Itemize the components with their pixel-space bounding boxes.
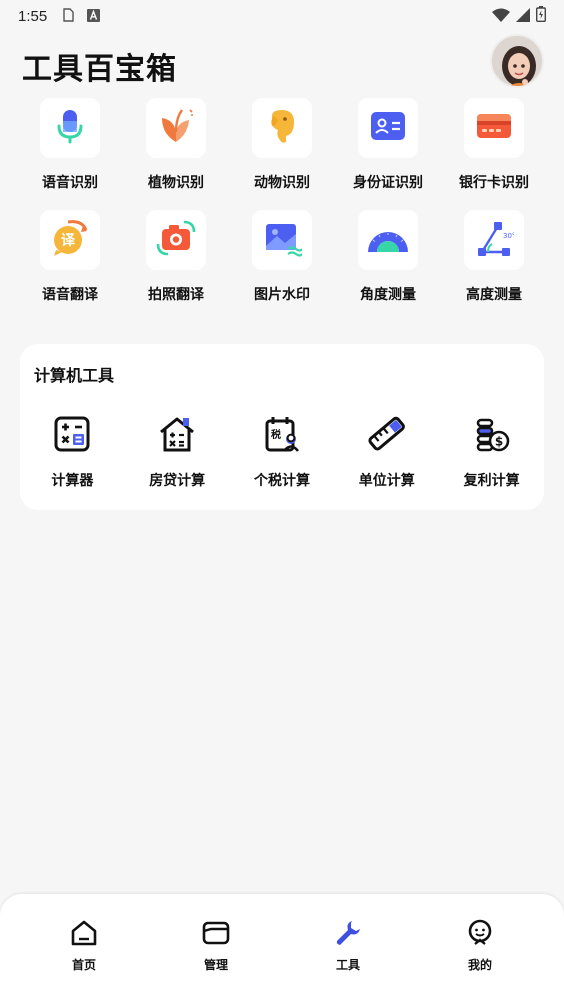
tool-speech-recognition[interactable]: 语音识别 xyxy=(20,98,120,192)
tool-row: 语音识别 植物识别 动物识别 身份证识别 银行卡识别 xyxy=(20,98,544,192)
leaf-icon xyxy=(156,106,196,150)
tax-icon: 税 xyxy=(260,412,304,456)
home-icon xyxy=(69,918,99,948)
calculator-section: 计算机工具 计算器 房贷计算 税 个税计算 单位计算 $ 复利计算 xyxy=(20,344,544,510)
tool-grid: 语音识别 植物识别 动物识别 身份证识别 银行卡识别 译 语音翻译 拍照翻译 图… xyxy=(20,98,544,322)
status-time: 1:55 xyxy=(18,7,48,25)
id-card-icon xyxy=(368,106,408,150)
signal-icon xyxy=(516,7,530,26)
nav-label: 工具 xyxy=(335,958,360,972)
svg-text:30°: 30° xyxy=(503,232,514,240)
calc-item-compound-interest[interactable]: $ 复利计算 xyxy=(442,412,542,490)
tool-icon-box xyxy=(358,98,418,158)
calculator-icon xyxy=(50,412,94,456)
tool-label: 语音识别 xyxy=(42,175,98,191)
camera-icon xyxy=(154,216,198,264)
font-a-icon xyxy=(87,7,101,26)
tool-icon-box: 30° xyxy=(464,210,524,270)
svg-text:税: 税 xyxy=(271,428,281,441)
header: 工具百宝箱 xyxy=(0,32,564,94)
tool-label: 角度测量 xyxy=(360,287,416,303)
tool-animal-recognition[interactable]: 动物识别 xyxy=(232,98,332,192)
wifi-icon xyxy=(492,7,510,26)
tool-angle-measure[interactable]: 角度测量 xyxy=(338,210,438,304)
tool-label: 高度测量 xyxy=(466,287,522,303)
tool-row: 译 语音翻译 拍照翻译 图片水印 角度测量 30° 高度测量 xyxy=(20,210,544,304)
tool-speech-translation[interactable]: 译 语音翻译 xyxy=(20,210,120,304)
tool-plant-recognition[interactable]: 植物识别 xyxy=(126,98,226,192)
calc-label: 房贷计算 xyxy=(149,473,206,489)
tool-icon-box xyxy=(252,210,312,270)
tool-label: 语音翻译 xyxy=(42,287,98,303)
tool-icon-box xyxy=(358,210,418,270)
page-title: 工具百宝箱 xyxy=(22,52,177,87)
status-bar: 1:55 xyxy=(0,0,564,32)
nav-item-tools[interactable]: 工具 xyxy=(303,894,393,1004)
translate-icon: 译 xyxy=(48,216,92,264)
protractor-icon xyxy=(365,218,411,262)
nav-item-manage[interactable]: 管理 xyxy=(171,894,261,1004)
tool-photo-translation[interactable]: 拍照翻译 xyxy=(126,210,226,304)
house-calc-icon xyxy=(155,412,199,456)
tool-icon-box: 译 xyxy=(40,210,100,270)
tool-label: 图片水印 xyxy=(254,287,310,303)
folder-icon xyxy=(201,918,231,948)
tool-image-watermark[interactable]: 图片水印 xyxy=(232,210,332,304)
tool-icon-box xyxy=(146,98,206,158)
coins-icon: $ xyxy=(470,412,514,456)
avatar[interactable] xyxy=(490,34,544,88)
ruler-icon xyxy=(365,412,409,456)
wrench-icon xyxy=(333,918,363,948)
tool-label: 植物识别 xyxy=(148,175,204,191)
calc-item-income-tax[interactable]: 税 个税计算 xyxy=(232,412,332,490)
calc-item-unit-conversion[interactable]: 单位计算 xyxy=(337,412,437,490)
sim-card-icon xyxy=(61,7,75,26)
svg-text:译: 译 xyxy=(61,233,76,249)
nav-label: 管理 xyxy=(203,958,228,972)
tool-icon-box xyxy=(252,98,312,158)
nav-label: 首页 xyxy=(71,958,96,972)
bank-card-icon xyxy=(474,106,514,150)
tool-bank-card-recognition[interactable]: 银行卡识别 xyxy=(444,98,544,192)
tool-icon-box xyxy=(464,98,524,158)
height-measure-icon: 30° xyxy=(474,218,515,262)
calc-label: 单位计算 xyxy=(358,473,415,489)
tool-label: 身份证识别 xyxy=(353,175,423,191)
nav-label: 我的 xyxy=(467,958,492,972)
microphone-icon xyxy=(50,106,90,150)
elephant-icon xyxy=(262,106,302,150)
calc-item-mortgage[interactable]: 房贷计算 xyxy=(127,412,227,490)
tool-height-measure[interactable]: 30° 高度测量 xyxy=(444,210,544,304)
tool-id-card-recognition[interactable]: 身份证识别 xyxy=(338,98,438,192)
nav-item-home[interactable]: 首页 xyxy=(39,894,129,1004)
profile-icon xyxy=(465,918,495,948)
calculator-row: 计算器 房贷计算 税 个税计算 单位计算 $ 复利计算 xyxy=(20,412,544,490)
svg-text:$: $ xyxy=(494,435,502,449)
calc-label: 个税计算 xyxy=(253,473,310,489)
tool-icon-box xyxy=(146,210,206,270)
image-icon xyxy=(262,218,303,262)
tool-label: 拍照翻译 xyxy=(148,287,204,303)
calc-item-calculator[interactable]: 计算器 xyxy=(22,412,122,490)
bottom-nav: 首页 管理 工具 我的 xyxy=(0,894,564,1004)
battery-icon xyxy=(535,6,547,26)
tool-label: 银行卡识别 xyxy=(459,175,529,191)
calc-label: 复利计算 xyxy=(463,473,520,489)
section-title: 计算机工具 xyxy=(34,366,115,385)
calc-label: 计算器 xyxy=(51,473,94,489)
tool-label: 动物识别 xyxy=(254,175,310,191)
tool-icon-box xyxy=(40,98,100,158)
nav-item-profile[interactable]: 我的 xyxy=(435,894,525,1004)
